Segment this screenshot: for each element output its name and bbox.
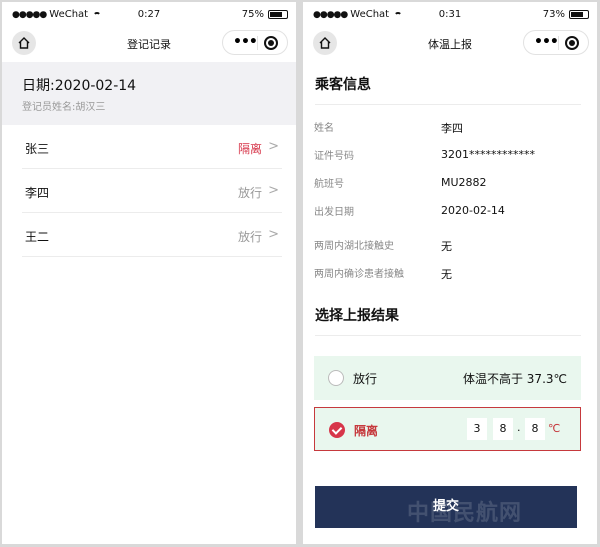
report-result-heading: 选择上报结果 <box>315 308 399 324</box>
info-value: 无 <box>441 268 452 281</box>
info-value: 李四 <box>441 122 463 135</box>
record-list: 张三 隔离 > 李四 放行 > 王二 放行 > <box>2 125 296 257</box>
status-badge: 隔离 <box>237 142 262 156</box>
status-bar: ●●●●● WeChat 0:27 75% <box>2 2 296 28</box>
radio-unchecked[interactable] <box>328 370 344 386</box>
info-row: 姓名 李四 <box>303 113 597 141</box>
battery-percent: 73% <box>542 9 565 20</box>
mini-program-capsule: ••• <box>222 30 288 55</box>
chevron-right-icon: > <box>268 227 279 242</box>
passenger-name: 李四 <box>25 186 50 200</box>
registrar-name: 登记员姓名:胡汉三 <box>22 102 106 113</box>
option-quarantine-label: 隔离 <box>354 424 379 438</box>
passenger-name: 王二 <box>25 230 50 244</box>
status-badge: 放行 <box>237 230 262 244</box>
info-row: 两周内确诊患者接触 无 <box>303 259 597 287</box>
battery-percent: 75% <box>241 9 264 20</box>
more-dots-icon[interactable]: ••• <box>534 34 559 50</box>
info-value: MU2882 <box>441 176 487 189</box>
target-circle-icon[interactable] <box>565 36 579 50</box>
info-label: 证件号码 <box>314 151 354 162</box>
chevron-right-icon: > <box>268 139 279 154</box>
capsule-divider <box>558 36 559 50</box>
record-header: 日期:2020-02-14 登记员姓名:胡汉三 <box>2 62 296 125</box>
info-value: 无 <box>441 240 452 253</box>
info-label: 出发日期 <box>314 207 354 218</box>
temperature-report-screen: ●●●●● WeChat 0:31 73% 体温上报 ••• 乘客信息 姓名 李… <box>303 2 597 544</box>
record-date: 日期:2020-02-14 <box>22 78 137 94</box>
info-value: 2020-02-14 <box>441 204 505 217</box>
option-pass-desc: 体温不高于 37.3℃ <box>462 372 567 386</box>
temp-digit-input[interactable]: 8 <box>493 418 513 440</box>
status-bar: ●●●●● WeChat 0:31 73% <box>303 2 597 28</box>
list-item[interactable]: 王二 放行 > <box>22 213 282 257</box>
battery-icon <box>569 10 589 19</box>
info-value: 3201************ <box>441 148 535 161</box>
temp-digit-input[interactable]: 3 <box>467 418 487 440</box>
option-pass[interactable]: 放行 体温不高于 37.3℃ <box>314 356 581 400</box>
watermark-logo: 中国民航网 <box>407 501 523 526</box>
info-label: 两周内湖北接触史 <box>314 241 394 252</box>
info-label: 两周内确诊患者接触 <box>314 269 404 280</box>
info-label: 航班号 <box>314 179 344 190</box>
record-screen: ●●●●● WeChat 0:27 75% 登记记录 ••• 日期:2020-0… <box>2 2 296 544</box>
radio-checked-icon[interactable] <box>329 422 345 438</box>
more-dots-icon[interactable]: ••• <box>233 34 258 50</box>
capsule-divider <box>257 36 258 50</box>
passenger-name: 张三 <box>25 142 50 156</box>
target-circle-icon[interactable] <box>264 36 278 50</box>
passenger-info-heading: 乘客信息 <box>315 77 371 93</box>
info-row: 出发日期 2020-02-14 <box>303 197 597 225</box>
nav-bar: 体温上报 ••• <box>303 28 597 62</box>
battery-icon <box>268 10 288 19</box>
temp-digit-input[interactable]: 8 <box>525 418 545 440</box>
nav-bar: 登记记录 ••• <box>2 28 296 62</box>
info-row: 两周内湖北接触史 无 <box>303 231 597 259</box>
info-row: 航班号 MU2882 <box>303 169 597 197</box>
mini-program-capsule: ••• <box>523 30 589 55</box>
info-row: 证件号码 3201************ <box>303 141 597 169</box>
list-item[interactable]: 张三 隔离 > <box>22 125 282 169</box>
list-item[interactable]: 李四 放行 > <box>22 169 282 213</box>
temp-decimal-point: . <box>517 421 521 434</box>
temp-unit: ℃ <box>548 422 561 435</box>
option-quarantine[interactable]: 隔离 3 8 . 8 ℃ <box>314 407 581 451</box>
info-label: 姓名 <box>314 123 334 134</box>
option-pass-label: 放行 <box>353 372 378 386</box>
submit-button[interactable]: 中国民航网 提交 <box>315 486 577 528</box>
chevron-right-icon: > <box>268 183 279 198</box>
status-badge: 放行 <box>237 186 262 200</box>
